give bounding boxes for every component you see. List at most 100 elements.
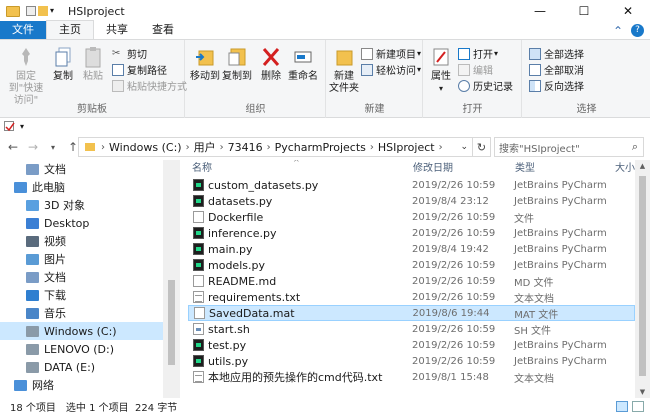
chevron-right-icon[interactable]: ›: [220, 142, 224, 153]
navigation-pane: 文档 此电脑 3D 对象 Desktop 视频 图片 文档 下载 音乐 Windows (C:) L…: [0, 160, 163, 398]
rename-button[interactable]: 重命名: [288, 46, 318, 83]
file-row[interactable]: main.py 2019/8/4 19:42 JetBrains PyCharm: [188, 241, 635, 257]
checkbox-icon[interactable]: [4, 121, 15, 132]
nav-scrollbar-thumb[interactable]: [168, 280, 175, 365]
large-icons-view-button[interactable]: [632, 401, 644, 412]
chevron-right-icon[interactable]: ›: [186, 142, 190, 153]
paste-shortcut-button[interactable]: 粘贴快捷方式: [112, 78, 187, 93]
scroll-down-icon[interactable]: ▼: [635, 388, 650, 396]
chevron-down-icon[interactable]: ▾: [50, 6, 60, 16]
pin-to-quick-access-button[interactable]: 固定到"快速访问": [4, 46, 48, 107]
nav-item[interactable]: 图片: [0, 250, 163, 268]
new-item-button[interactable]: 新建项目 ▾: [361, 46, 421, 61]
pictures-icon: [26, 253, 39, 265]
copy-to-button[interactable]: 复制到: [222, 46, 252, 83]
address-bar[interactable]: › Windows (C:) › 用户 › 73416 › PycharmPro…: [78, 137, 473, 157]
easy-access-button[interactable]: 轻松访问 ▾: [361, 62, 421, 77]
open-button[interactable]: 打开 ▾: [458, 46, 498, 61]
column-header-type[interactable]: 类型: [515, 160, 535, 178]
documents-icon: [26, 163, 39, 175]
pycharm-file-icon: [193, 243, 204, 255]
nav-scrollbar[interactable]: [163, 160, 180, 398]
file-row[interactable]: README.md 2019/2/26 10:59 MD 文件: [188, 273, 635, 289]
cut-button[interactable]: ✂ 剪切: [112, 46, 147, 62]
file-list: 名称 ^ 修改日期 类型 大小 custom_datasets.py 2019/2…: [180, 160, 635, 398]
pycharm-file-icon: [193, 259, 204, 271]
nav-item[interactable]: Desktop: [0, 214, 163, 232]
scroll-up-icon[interactable]: ▲: [635, 162, 650, 170]
maximize-button[interactable]: ☐: [562, 0, 606, 22]
nav-item[interactable]: 下载: [0, 286, 163, 304]
column-header-size[interactable]: 大小: [615, 160, 635, 178]
tab-share[interactable]: 共享: [94, 21, 140, 39]
help-icon[interactable]: ?: [631, 24, 644, 37]
nav-item[interactable]: Windows (C:): [0, 322, 163, 340]
chevron-right-icon[interactable]: ›: [267, 142, 271, 153]
chevron-down-icon[interactable]: ▾: [20, 122, 24, 131]
nav-item[interactable]: 文档: [0, 160, 163, 178]
column-header-date[interactable]: 修改日期: [413, 160, 453, 178]
details-view-button[interactable]: [616, 401, 628, 412]
file-row[interactable]: 本地应用的预先操作的cmd代码.txt 2019/8/1 15:48 文本文档: [188, 369, 635, 385]
chevron-right-icon[interactable]: ›: [439, 142, 443, 153]
file-row[interactable]: inference.py 2019/2/26 10:59 JetBrains PyC…: [188, 225, 635, 241]
move-to-button[interactable]: 移动到: [190, 46, 220, 83]
file-list-scrollbar-thumb[interactable]: [639, 176, 646, 376]
nav-item-label: 网络: [32, 379, 54, 392]
new-folder-icon[interactable]: [38, 6, 48, 16]
nav-item-label: Desktop: [44, 216, 90, 230]
nav-item[interactable]: 音乐: [0, 304, 163, 322]
breadcrumb-item[interactable]: 73416: [228, 141, 263, 154]
file-row[interactable]: test.py 2019/2/26 10:59 JetBrains PyCharm: [188, 337, 635, 353]
nav-item-label: 视频: [44, 235, 66, 248]
chevron-up-icon[interactable]: ⌃: [613, 24, 623, 38]
tab-file[interactable]: 文件: [0, 21, 46, 39]
file-row[interactable]: custom_datasets.py 2019/2/26 10:59 JetBrai…: [188, 177, 635, 193]
file-row[interactable]: requirements.txt 2019/2/26 10:59 文本文档: [188, 289, 635, 305]
forward-button[interactable]: →: [26, 140, 40, 154]
minimize-button[interactable]: —: [518, 0, 562, 22]
tab-home[interactable]: 主页: [46, 20, 94, 39]
invert-selection-button[interactable]: 反向选择: [529, 78, 584, 93]
nav-item[interactable]: 文档: [0, 268, 163, 286]
properties-button[interactable]: 属性 ▾: [428, 46, 454, 95]
breadcrumb-item[interactable]: HSIproject: [378, 141, 435, 154]
copy-button[interactable]: 复制: [50, 46, 76, 83]
chevron-right-icon[interactable]: ›: [370, 142, 374, 153]
chevron-down-icon[interactable]: ⌄: [460, 142, 468, 152]
nav-item[interactable]: LENOVO (D:): [0, 340, 163, 358]
properties-icon[interactable]: [26, 6, 36, 16]
nav-item-label: 图片: [44, 253, 66, 266]
nav-item[interactable]: 网络: [0, 376, 163, 394]
edit-button[interactable]: 编辑: [458, 62, 493, 77]
file-row[interactable]: start.sh 2019/2/26 10:59 SH 文件: [188, 321, 635, 337]
breadcrumb-item[interactable]: 用户: [194, 139, 216, 155]
file-row[interactable]: datasets.py 2019/8/4 23:12 JetBrains PyCha…: [188, 193, 635, 209]
file-row[interactable]: SavedData.mat 2019/8/6 19:44 MAT 文件: [188, 305, 635, 321]
file-row[interactable]: Dockerfile 2019/2/26 10:59 文件: [188, 209, 635, 225]
file-list-scrollbar[interactable]: ▲ ▼: [635, 160, 650, 398]
refresh-button[interactable]: ↻: [473, 137, 491, 157]
back-button[interactable]: ←: [6, 140, 20, 154]
select-none-button[interactable]: 全部取消: [529, 62, 584, 77]
nav-item[interactable]: 此电脑: [0, 178, 163, 196]
nav-item[interactable]: 3D 对象: [0, 196, 163, 214]
file-row[interactable]: models.py 2019/2/26 10:59 JetBrains PyChar…: [188, 257, 635, 273]
column-header-name[interactable]: 名称: [192, 160, 212, 178]
delete-button[interactable]: 删除: [258, 46, 284, 83]
close-button[interactable]: ✕: [606, 0, 650, 22]
breadcrumb-item[interactable]: Windows (C:): [109, 141, 182, 154]
breadcrumb-item[interactable]: PycharmProjects: [275, 141, 366, 154]
nav-item[interactable]: DATA (E:): [0, 358, 163, 376]
history-button[interactable]: 历史记录: [458, 78, 513, 93]
nav-item[interactable]: 视频: [0, 232, 163, 250]
paste-button[interactable]: 粘贴: [80, 46, 106, 83]
recent-locations-button[interactable]: ▾: [46, 143, 60, 152]
new-folder-button[interactable]: 新建 文件夹: [329, 46, 359, 95]
file-type: 文件: [514, 213, 534, 225]
search-input[interactable]: 搜索"HSIproject" ⌕: [494, 137, 644, 157]
tab-view[interactable]: 查看: [140, 21, 186, 39]
select-all-button[interactable]: 全部选择: [529, 46, 584, 61]
file-row[interactable]: utils.py 2019/2/26 10:59 JetBrains PyCharm: [188, 353, 635, 369]
copy-path-button[interactable]: 复制路径: [112, 62, 167, 77]
